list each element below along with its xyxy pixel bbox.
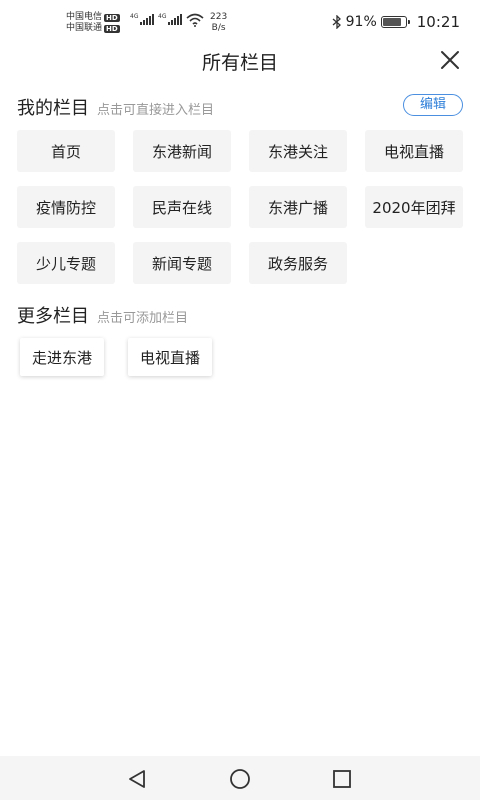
hd-badge: HD [104,13,120,22]
column-chip[interactable]: 少儿专题 [17,242,115,284]
page-title: 所有栏目 [201,52,278,74]
clock: 10:21 [416,13,460,31]
column-chip[interactable]: 首页 [17,130,115,172]
column-chip[interactable]: 民声在线 [133,186,231,228]
my-columns-header: 我的栏目 点击可直接进入栏目 [17,94,214,120]
more-columns-title: 更多栏目 [17,306,89,327]
column-chip[interactable]: 电视直播 [365,130,463,172]
recents-square-icon[interactable] [329,766,355,792]
column-chip[interactable]: 新闻专题 [133,242,231,284]
add-column-chip[interactable]: 走进东港 [20,338,105,376]
column-chip[interactable]: 2020年团拜 [365,186,463,228]
column-chip[interactable]: 东港新闻 [133,130,231,172]
network-speed: 223 B/s [210,12,228,33]
add-column-chip[interactable]: 电视直播 [128,338,213,376]
home-circle-icon[interactable] [227,766,253,792]
more-columns-list: 走进东港 电视直播 [20,338,213,376]
system-nav-bar [0,756,480,800]
close-icon[interactable] [438,48,462,72]
bluetooth-icon [332,15,341,29]
column-chip[interactable]: 政务服务 [249,242,347,284]
carrier-info: 中国电信 HD 中国联通 HD [66,12,120,34]
more-columns-header: 更多栏目 点击可添加栏目 [17,302,188,328]
column-chip[interactable]: 疫情防控 [17,186,115,228]
wifi-icon [186,13,204,27]
back-triangle-icon[interactable] [124,766,150,792]
my-columns-title: 我的栏目 [17,98,89,119]
signal-strength-icon: 4G [130,13,155,25]
carrier-2: 中国联通 [66,23,103,33]
more-columns-hint: 点击可添加栏目 [97,311,189,326]
edit-button[interactable]: 编辑 [403,94,463,116]
signal-strength-icon: 4G [158,13,183,25]
status-right: 91% 10:21 [332,13,460,31]
column-chip[interactable]: 东港关注 [249,130,347,172]
hd-badge: HD [104,24,120,33]
my-columns-grid: 首页 东港新闻 东港关注 电视直播 疫情防控 民声在线 东港广播 2020年团拜… [17,130,463,284]
column-chip[interactable]: 东港广播 [249,186,347,228]
battery-percent: 91% [345,14,377,30]
battery-icon [380,16,410,28]
carrier-1: 中国电信 [66,12,103,22]
status-bar: 中国电信 HD 中国联通 HD 4G 4G 223 B/s 91% 10:21 [0,0,480,44]
my-columns-hint: 点击可直接进入栏目 [97,103,215,118]
